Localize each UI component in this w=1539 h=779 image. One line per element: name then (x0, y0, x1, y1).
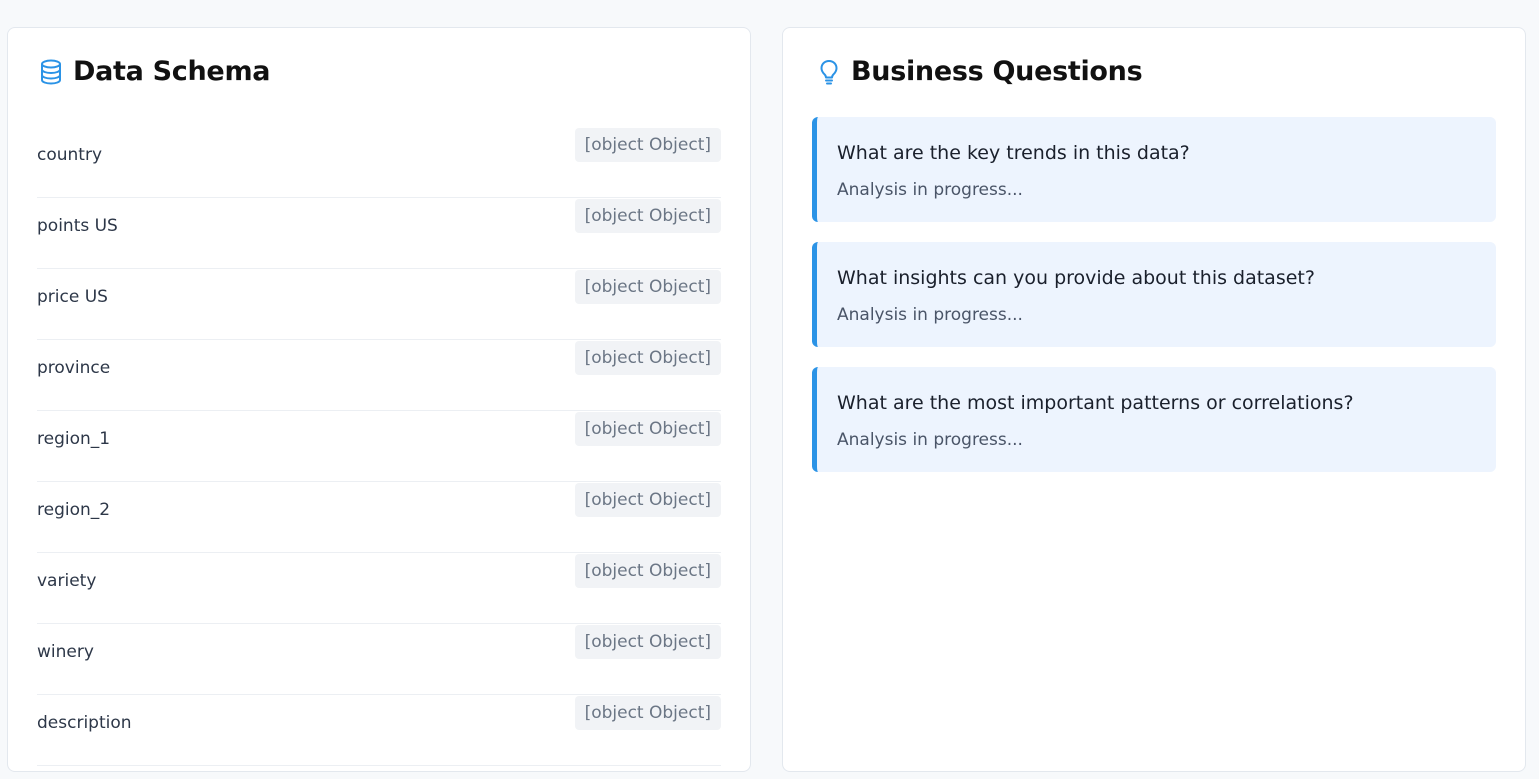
question-text: What insights can you provide about this… (837, 267, 1315, 289)
database-icon (38, 57, 64, 87)
question-card[interactable]: What insights can you provide about this… (812, 242, 1496, 347)
business-questions-panel: Business Questions What are the key tren… (782, 27, 1526, 772)
schema-row-points-us: points US [object Object] (37, 199, 721, 269)
question-text: What are the key trends in this data? (837, 142, 1190, 164)
question-list: What are the key trends in this data? An… (812, 117, 1496, 492)
schema-row-country: country [object Object] (37, 128, 721, 198)
field-type-badge: [object Object] (574, 412, 721, 446)
schema-row-winery: winery [object Object] (37, 625, 721, 695)
schema-row-price-us: price US [object Object] (37, 270, 721, 340)
field-name: points US (37, 216, 118, 236)
lightbulb-icon (816, 57, 842, 87)
question-card[interactable]: What are the most important patterns or … (812, 367, 1496, 472)
schema-row-variety: variety [object Object] (37, 554, 721, 624)
field-name: variety (37, 571, 97, 591)
field-type-badge: [object Object] (574, 128, 721, 162)
schema-row-province: province [object Object] (37, 341, 721, 411)
question-card[interactable]: What are the key trends in this data? An… (812, 117, 1496, 222)
field-type-badge: [object Object] (574, 554, 721, 588)
question-status: Analysis in progress... (837, 305, 1023, 325)
field-type-badge: [object Object] (574, 270, 721, 304)
question-status: Analysis in progress... (837, 180, 1023, 200)
field-name: description (37, 713, 132, 733)
field-type-badge: [object Object] (574, 483, 721, 517)
field-type-badge: [object Object] (574, 625, 721, 659)
data-schema-panel: Data Schema country [object Object] poin… (7, 27, 751, 772)
schema-row-region-2: region_2 [object Object] (37, 483, 721, 553)
data-schema-header: Data Schema (38, 56, 271, 87)
schema-field-list: country [object Object] points US [objec… (37, 128, 721, 767)
field-type-badge: [object Object] (574, 341, 721, 375)
question-text: What are the most important patterns or … (837, 392, 1354, 414)
question-status: Analysis in progress... (837, 430, 1023, 450)
field-name: country (37, 145, 103, 165)
business-questions-title: Business Questions (851, 56, 1143, 87)
field-name: winery (37, 642, 94, 662)
field-type-badge: [object Object] (574, 199, 721, 233)
field-name: price US (37, 287, 108, 307)
field-name: province (37, 358, 111, 378)
schema-row-description: description [object Object] (37, 696, 721, 766)
field-type-badge: [object Object] (574, 696, 721, 730)
business-questions-header: Business Questions (816, 56, 1143, 87)
data-schema-title: Data Schema (73, 56, 271, 87)
field-name: region_2 (37, 500, 111, 520)
schema-row-region-1: region_1 [object Object] (37, 412, 721, 482)
field-name: region_1 (37, 429, 111, 449)
